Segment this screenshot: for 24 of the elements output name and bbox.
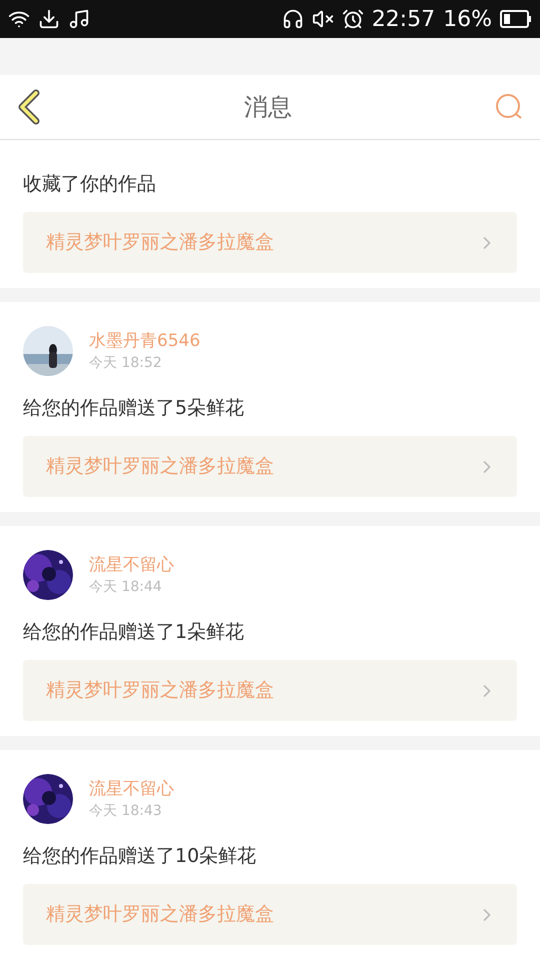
user-name[interactable]: 流星不留心 [89, 779, 174, 799]
work-link[interactable]: 精灵梦叶罗丽之潘多拉魔盒 [23, 660, 517, 721]
message-text: 给您的作品赠送了5朵鲜花 [23, 396, 246, 420]
mute-icon [312, 8, 334, 30]
message-text: 给您的作品赠送了10朵鲜花 [23, 844, 258, 868]
back-icon[interactable] [16, 89, 42, 125]
battery-percent: 16% [443, 6, 492, 34]
work-link[interactable]: 精灵梦叶罗丽之潘多拉魔盒 [23, 436, 517, 497]
headphones-icon [282, 8, 304, 30]
alarm-icon [342, 8, 364, 30]
download-icon [38, 8, 60, 30]
battery-icon [500, 10, 532, 28]
page-title: 消息 [244, 92, 292, 123]
work-link[interactable]: 精灵梦叶罗丽之潘多拉魔盒 [23, 212, 517, 273]
message-time: 今天 18:44 [89, 579, 163, 595]
message-time: 今天 18:43 [89, 803, 163, 819]
user-name[interactable]: 水墨丹青6546 [89, 331, 200, 351]
work-link[interactable]: 精灵梦叶罗丽之潘多拉魔盒 [23, 884, 517, 945]
user-name[interactable]: 流星不留心 [89, 555, 174, 575]
clock: 22:57 [372, 6, 436, 34]
music-icon [68, 8, 90, 30]
message-text: 收藏了你的作品 [23, 172, 157, 196]
message-time: 今天 18:52 [89, 355, 163, 371]
message-text: 给您的作品赠送了1朵鲜花 [23, 620, 246, 644]
